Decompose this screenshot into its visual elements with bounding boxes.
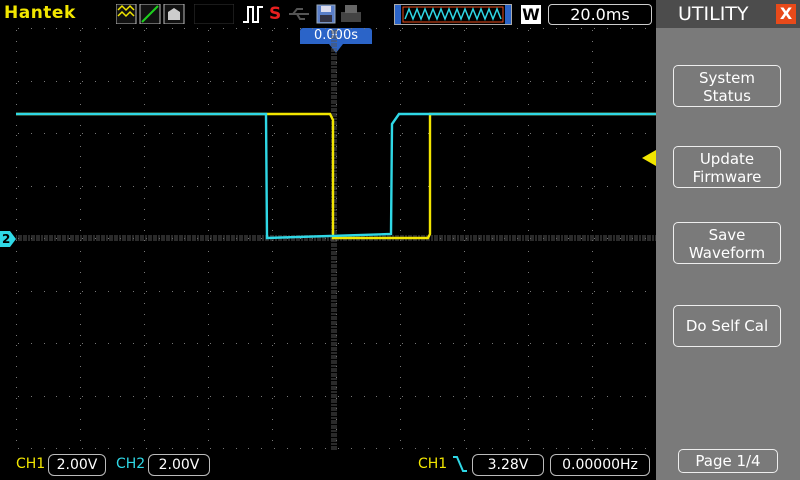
usb-icon	[289, 8, 309, 20]
system-status-button[interactable]: System Status	[673, 65, 781, 107]
close-icon[interactable]: X	[776, 4, 796, 24]
waveform-display[interactable]	[15, 27, 657, 450]
graticule	[15, 27, 657, 450]
ch2-marker-label: 2	[2, 232, 11, 246]
trigger-level[interactable]: 3.28V	[472, 454, 544, 476]
ch2-scale[interactable]: 2.00V	[148, 454, 210, 476]
frequency-readout: 0.00000Hz	[550, 454, 650, 476]
display-mode-icons	[116, 4, 185, 24]
brand-logo: Hantek	[4, 3, 76, 23]
trigger-edge-icon	[243, 6, 263, 23]
update-firmware-button[interactable]: Update Firmware	[673, 146, 781, 188]
selected-item-pointer-icon	[642, 150, 656, 166]
printer-icon	[341, 5, 361, 22]
memory-waveform-icon	[395, 5, 511, 24]
page-indicator[interactable]: Page 1/4	[678, 449, 778, 473]
blank-slot-icon	[194, 4, 234, 24]
ch1-scale[interactable]: 2.00V	[48, 454, 106, 476]
timebase-readout[interactable]: 20.0ms	[548, 4, 652, 25]
window-mode-button[interactable]: W	[521, 5, 541, 24]
run-state-indicator: S	[269, 4, 282, 24]
self-cal-button[interactable]: Do Self Cal	[673, 305, 781, 347]
ch1-label: CH1	[16, 456, 46, 472]
ch2-label: CH2	[116, 456, 146, 472]
save-waveform-button[interactable]: Save Waveform	[673, 222, 781, 264]
trigger-source-label: CH1	[418, 456, 448, 472]
save-disk-icon	[316, 4, 336, 24]
memory-position-bar[interactable]	[394, 4, 512, 25]
falling-edge-icon	[453, 456, 467, 472]
top-status-bar: Hantek S W 20.0ms	[0, 0, 656, 28]
